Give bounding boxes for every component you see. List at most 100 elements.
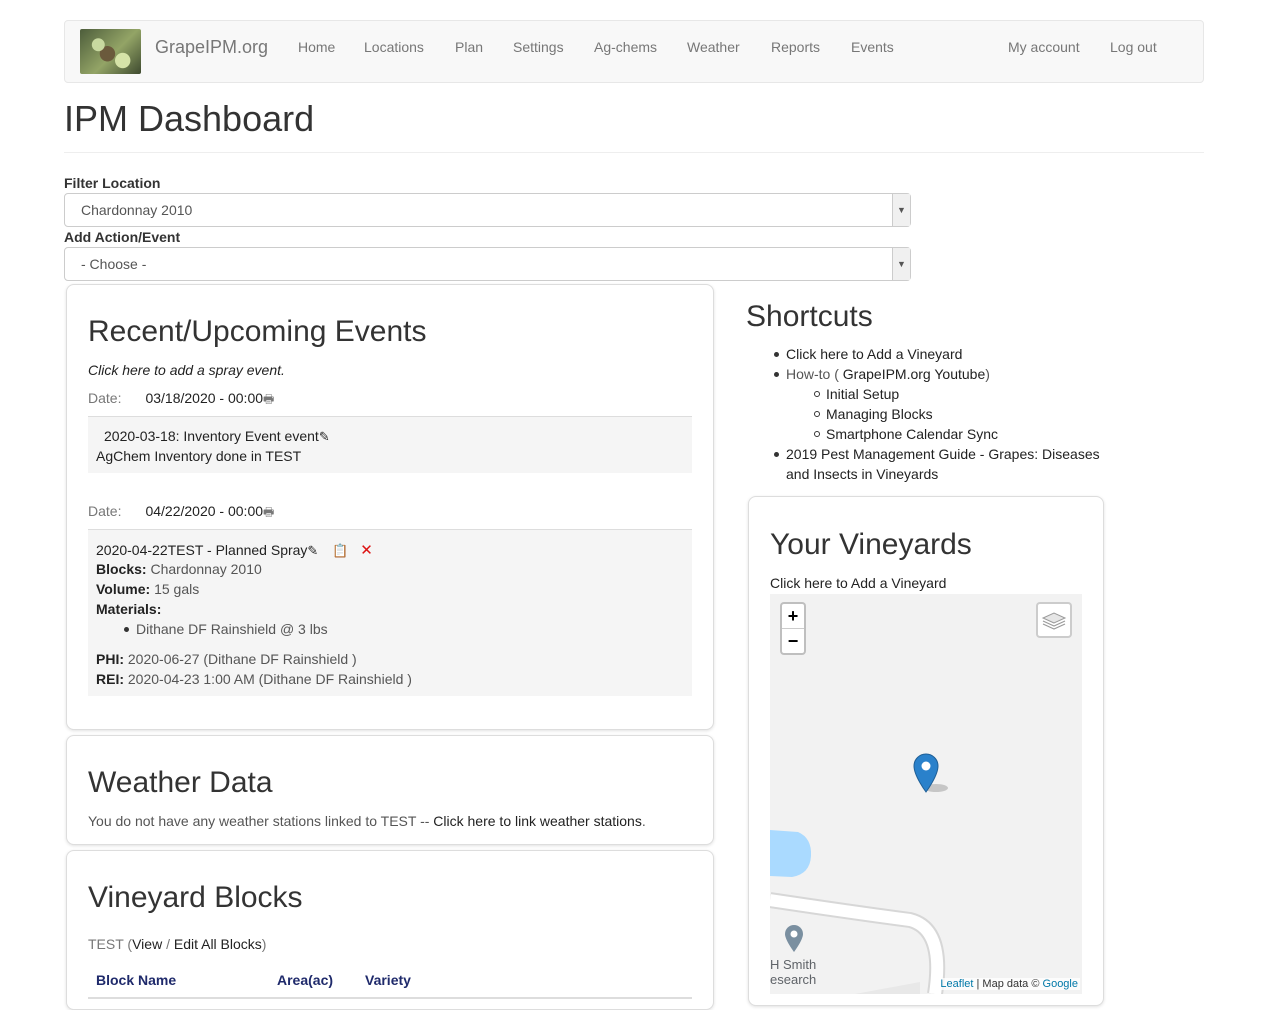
pest-guide-link-cont[interactable]: and Insects in Vineyards xyxy=(786,466,938,482)
slash: / xyxy=(162,936,174,952)
pest-guide-link[interactable]: 2019 Pest Management Guide - Grapes: Dis… xyxy=(786,446,1100,462)
weather-period: . xyxy=(641,813,646,829)
zoom-out-button[interactable]: − xyxy=(782,629,804,653)
add-action-select[interactable]: - Choose - ▼ xyxy=(64,247,911,281)
google-link[interactable]: Google xyxy=(1043,978,1078,990)
list-bullet xyxy=(124,627,129,632)
event-card: 2020-04-22TEST - Planned Spray✎ 📋 ✕ Bloc… xyxy=(88,529,692,696)
filter-location-label: Filter Location xyxy=(64,175,161,191)
youtube-link[interactable]: GrapeIPM.org Youtube xyxy=(843,366,985,382)
column-header-area[interactable]: Area(ac) xyxy=(277,972,333,988)
date-label: Date: xyxy=(88,503,122,519)
list-bullet xyxy=(774,452,779,457)
list-bullet xyxy=(774,372,779,377)
material-item: Dithane DF Rainshield @ 3 lbs xyxy=(136,621,328,637)
zoom-control: + − xyxy=(780,602,806,655)
date-value: 03/18/2020 - 00:00 xyxy=(145,390,264,406)
column-header-variety[interactable]: Variety xyxy=(365,972,411,988)
nav-log-out[interactable]: Log out xyxy=(1110,39,1157,55)
nav-weather[interactable]: Weather xyxy=(687,39,740,55)
nav-my-account[interactable]: My account xyxy=(1008,39,1080,55)
site-logo[interactable] xyxy=(80,29,141,74)
page-title: IPM Dashboard xyxy=(64,98,315,139)
rei-value: 2020-04-23 1:00 AM (Dithane DF Rainshiel… xyxy=(127,671,412,687)
event-phi: PHI: 2020-06-27 (Dithane DF Rainshield ) xyxy=(96,651,357,667)
vineyards-add-link[interactable]: Click here to Add a Vineyard xyxy=(770,575,946,591)
zoom-in-button[interactable]: + xyxy=(782,604,804,628)
shortcuts-title: Shortcuts xyxy=(746,300,873,333)
delete-icon[interactable]: ✕ xyxy=(360,541,373,559)
volume-value: 15 gals xyxy=(154,581,200,597)
blocks-location-row: TEST (View / Edit All Blocks) xyxy=(88,936,266,952)
copy-icon[interactable]: 📋 xyxy=(332,543,348,559)
volume-label: Volume: xyxy=(96,581,151,597)
add-action-value: - Choose - xyxy=(81,256,147,272)
howto-prefix: How-to ( xyxy=(786,366,843,382)
materials-label: Materials: xyxy=(96,601,162,617)
edit-pencil-icon[interactable]: ✎ xyxy=(307,543,318,559)
event-volume: Volume: 15 gals xyxy=(96,581,199,597)
events-panel-title: Recent/Upcoming Events xyxy=(88,315,427,348)
brand-link[interactable]: GrapeIPM.org xyxy=(155,37,268,58)
howto-initial-setup-link[interactable]: Initial Setup xyxy=(826,386,899,402)
list-circle xyxy=(814,431,820,437)
vineyard-marker-icon[interactable] xyxy=(912,752,952,796)
event-title-row: 2020-04-22TEST - Planned Spray✎ 📋 ✕ xyxy=(96,541,373,559)
water-body xyxy=(770,830,812,877)
edit-all-blocks-link[interactable]: Edit All Blocks xyxy=(174,936,262,952)
event-title-row: 2020-03-18: Inventory Event event✎ xyxy=(104,428,330,445)
nav-ag-chems[interactable]: Ag-chems xyxy=(594,39,657,55)
blocks-value: Chardonnay 2010 xyxy=(150,561,262,577)
paren: ( xyxy=(123,936,133,952)
filter-location-value: Chardonnay 2010 xyxy=(81,202,193,218)
map-attribution: Leaflet | Map data © Google xyxy=(938,978,1080,990)
add-action-label: Add Action/Event xyxy=(64,229,181,245)
blocks-label: Blocks: xyxy=(96,561,147,577)
shortcut-add-vineyard-link[interactable]: Click here to Add a Vineyard xyxy=(786,346,962,362)
poi-label-line2: esearch xyxy=(770,972,817,987)
event-title[interactable]: 2020-04-22TEST - Planned Spray xyxy=(96,542,307,558)
chevron-down-icon: ▼ xyxy=(892,248,910,280)
view-blocks-link[interactable]: View xyxy=(132,936,162,952)
date-label: Date: xyxy=(88,390,122,406)
nav-reports[interactable]: Reports xyxy=(771,39,820,55)
howto-managing-blocks-link[interactable]: Managing Blocks xyxy=(826,406,933,422)
vineyards-title: Your Vineyards xyxy=(770,528,972,561)
add-spray-event-link[interactable]: Click here to add a spray event. xyxy=(88,362,285,378)
date-value: 04/22/2020 - 00:00 xyxy=(145,503,264,519)
nav-settings[interactable]: Settings xyxy=(513,39,564,55)
event-card: 2020-03-18: Inventory Event event✎ AgChe… xyxy=(88,416,692,473)
phi-label: PHI: xyxy=(96,651,124,667)
title-divider xyxy=(64,152,1204,153)
poi-label: H Smith esearch xyxy=(770,957,816,987)
filter-location-select[interactable]: Chardonnay 2010 ▼ xyxy=(64,193,911,227)
list-circle xyxy=(814,391,820,397)
event-title[interactable]: 2020-03-18: Inventory Event event xyxy=(104,428,319,444)
layers-icon xyxy=(1041,612,1067,630)
nav-events[interactable]: Events xyxy=(851,39,894,55)
column-header-block-name[interactable]: Block Name xyxy=(96,972,176,988)
print-icon[interactable]: 🖶 xyxy=(263,505,274,519)
event-date-row: Date: 03/18/2020 - 00:00🖶 xyxy=(88,390,274,411)
blocks-location: TEST xyxy=(88,936,124,952)
poi-pin-icon xyxy=(785,925,803,952)
navbar: GrapeIPM.org Home Locations Plan Setting… xyxy=(64,20,1204,83)
howto-calendar-sync-link[interactable]: Smartphone Calendar Sync xyxy=(826,426,998,442)
list-circle xyxy=(814,411,820,417)
edit-pencil-icon[interactable]: ✎ xyxy=(319,429,330,445)
event-rei: REI: 2020-04-23 1:00 AM (Dithane DF Rain… xyxy=(96,671,412,687)
event-date-row: Date: 04/22/2020 - 00:00🖶 xyxy=(88,503,274,524)
nav-plan[interactable]: Plan xyxy=(455,39,483,55)
nav-locations[interactable]: Locations xyxy=(364,39,424,55)
nav-home[interactable]: Home xyxy=(298,39,335,55)
paren: ) xyxy=(261,936,267,952)
vineyard-map[interactable]: + − H Smith esearch Leaflet | Map data ©… xyxy=(770,594,1082,994)
link-weather-stations-link[interactable]: Click here to link weather stations xyxy=(433,813,642,829)
leaflet-link[interactable]: Leaflet xyxy=(940,978,973,990)
map-area xyxy=(855,982,920,994)
layers-button[interactable] xyxy=(1036,602,1072,638)
event-detail: AgChem Inventory done in TEST xyxy=(96,448,302,464)
print-icon[interactable]: 🖶 xyxy=(263,392,274,406)
event-blocks: Blocks: Chardonnay 2010 xyxy=(96,561,262,577)
phi-value: 2020-06-27 (Dithane DF Rainshield ) xyxy=(127,651,357,667)
